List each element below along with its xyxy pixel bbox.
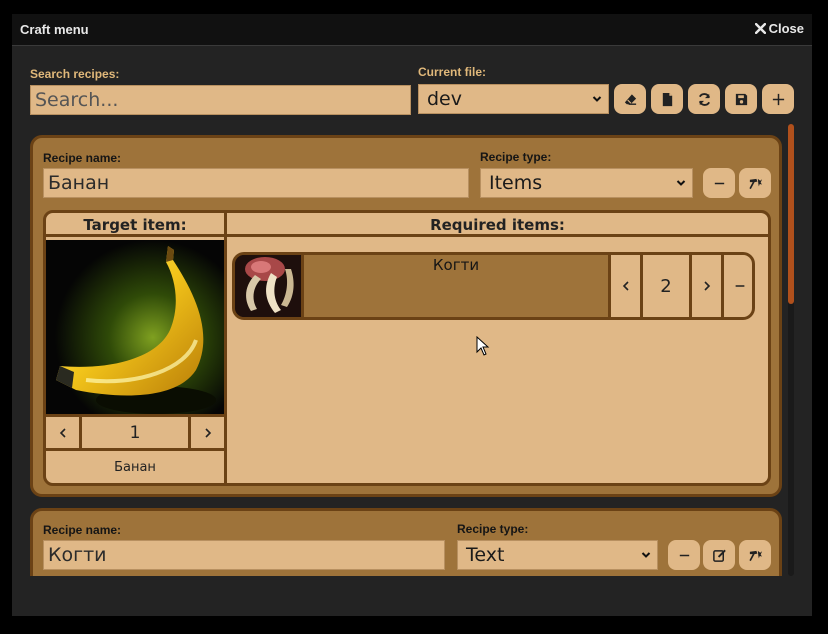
recipes-scrollbar[interactable]: [788, 124, 794, 576]
close-button[interactable]: Close: [754, 21, 804, 36]
file-icon: [662, 92, 672, 106]
new-file-button[interactable]: [651, 84, 683, 114]
recipe-type-value: Items: [489, 172, 543, 194]
target-item-image: [46, 240, 224, 417]
target-count-decrease[interactable]: [46, 417, 79, 448]
remove-recipe-button[interactable]: [703, 168, 735, 198]
chevron-down-icon: [676, 180, 686, 186]
recipe-card: Recipe name: Когти Recipe type: Text: [30, 508, 782, 576]
recipe-card-clip: Recipe name: Когти Recipe type: Text: [30, 508, 782, 576]
required-item-row: Когти 2: [232, 252, 755, 320]
hammer-icon: [748, 550, 762, 561]
required-count-increase[interactable]: [692, 255, 721, 317]
required-item-image: [235, 255, 301, 317]
required-count-value[interactable]: 2: [643, 255, 689, 317]
target-count-increase[interactable]: [191, 417, 224, 448]
craft-menu-window: Craft menu Close Search recipes: Search.…: [12, 14, 812, 616]
recipe-name-label: Recipe name:: [43, 151, 122, 165]
remove-recipe-button[interactable]: [668, 540, 700, 570]
file-select-value: dev: [427, 88, 462, 110]
plus-icon: [772, 93, 784, 105]
recipe-name-input[interactable]: Банан: [43, 168, 469, 198]
chevron-left-icon: [622, 281, 629, 291]
mouse-cursor-icon: [476, 336, 490, 356]
recipe-type-label: Recipe type:: [480, 150, 552, 164]
craft-button[interactable]: [739, 168, 771, 198]
minus-icon: [735, 285, 744, 287]
recipe-name-input[interactable]: Когти: [43, 540, 445, 570]
remove-required-item-button[interactable]: [724, 255, 752, 317]
target-item-header: Target item:: [46, 213, 224, 237]
target-count-value[interactable]: 1: [82, 417, 188, 448]
required-count-decrease[interactable]: [611, 255, 640, 317]
required-items-header: Required items:: [227, 213, 768, 237]
chevron-right-icon: [703, 281, 710, 291]
hammer-icon: [748, 178, 762, 189]
chevron-down-icon: [592, 96, 602, 102]
save-button[interactable]: [725, 84, 757, 114]
chevron-down-icon: [641, 552, 651, 558]
craft-button[interactable]: [739, 540, 771, 570]
recipe-type-select[interactable]: Text: [457, 540, 658, 570]
scrollbar-thumb[interactable]: [788, 124, 794, 304]
window-title: Craft menu: [20, 22, 89, 37]
search-input[interactable]: Search...: [30, 85, 411, 115]
current-file-label: Current file:: [418, 65, 487, 79]
clear-button[interactable]: [614, 84, 646, 114]
edit-icon: [712, 549, 726, 562]
recipe-type-value: Text: [466, 544, 505, 566]
recipe-name-label: Recipe name:: [43, 523, 122, 537]
banana-image: [46, 240, 224, 414]
save-icon: [735, 93, 747, 105]
close-icon: [754, 23, 766, 34]
recipe-card: Recipe name: Банан Recipe type: Items Ta…: [30, 135, 782, 497]
recipe-type-label: Recipe type:: [457, 522, 529, 536]
required-item-name: Когти: [432, 256, 480, 274]
close-label: Close: [768, 21, 804, 36]
recipe-type-select[interactable]: Items: [480, 168, 693, 198]
claws-image: [235, 255, 301, 317]
title-bar: Craft menu Close: [12, 14, 812, 46]
crafting-panel: Target item: 1 Банан Required items: Ког…: [43, 210, 771, 486]
refresh-icon: [698, 92, 710, 106]
chevron-left-icon: [59, 427, 66, 438]
minus-icon: [679, 554, 689, 556]
edit-recipe-button[interactable]: [703, 540, 735, 570]
reload-button[interactable]: [688, 84, 720, 114]
minus-icon: [714, 182, 724, 184]
chevron-right-icon: [204, 427, 211, 438]
search-label: Search recipes:: [30, 67, 120, 81]
add-recipe-button[interactable]: [762, 84, 794, 114]
target-item-name: Банан: [114, 459, 156, 475]
required-items-list: Когти 2: [227, 240, 768, 483]
file-select[interactable]: dev: [418, 84, 609, 114]
eraser-icon: [624, 93, 636, 105]
